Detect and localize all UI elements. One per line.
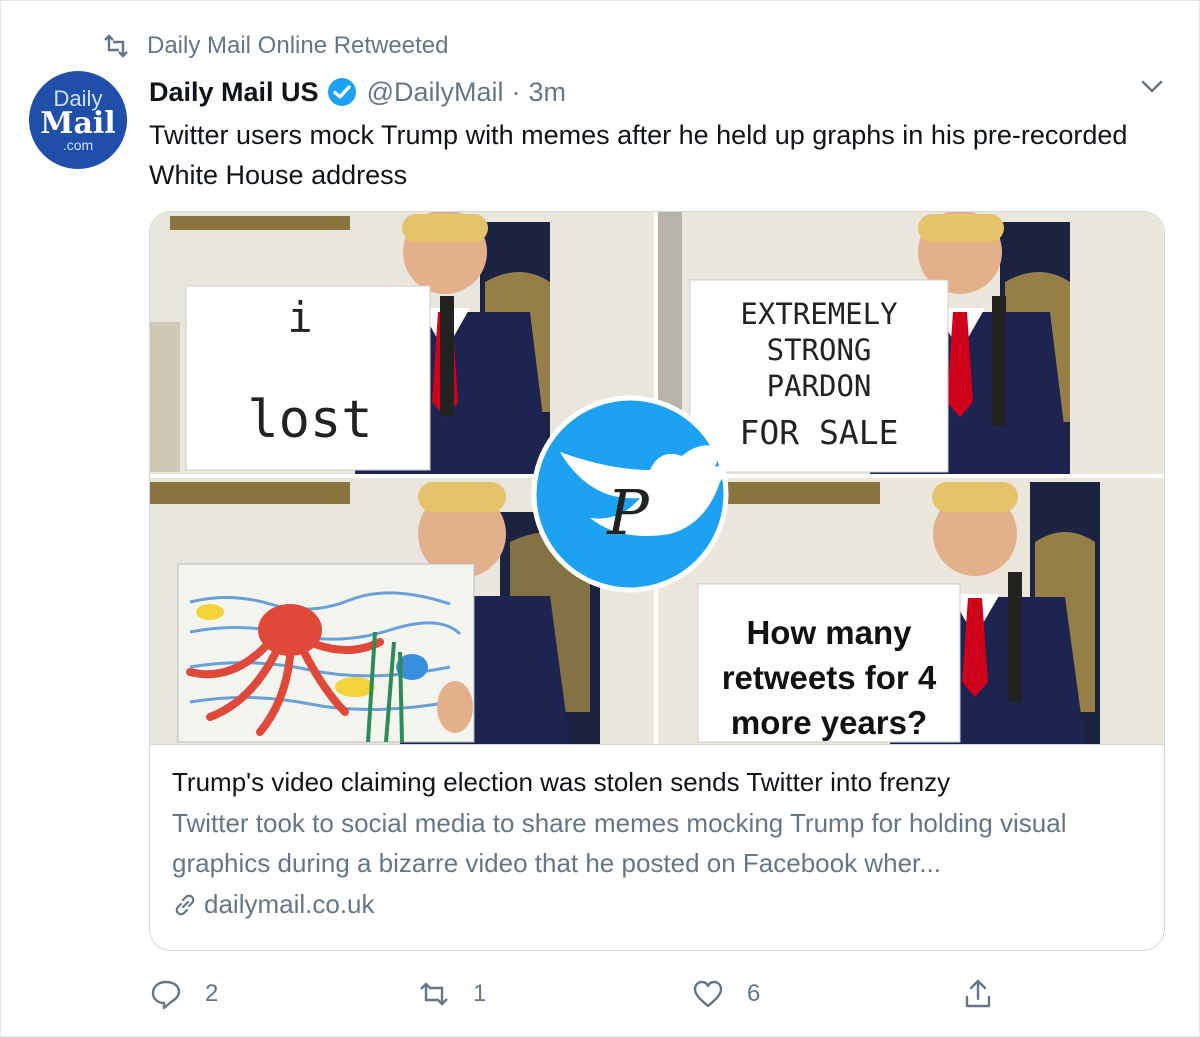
card-title[interactable]: Trump's video claiming election was stol… [172, 765, 1144, 799]
retweet-icon [420, 982, 448, 1006]
card-link[interactable]: dailymail.co.uk [172, 889, 1144, 920]
user-handle[interactable]: @DailyMail [367, 77, 504, 108]
tweet-actions: 2 1 6 [149, 969, 1049, 1019]
tweet-header: Daily Mail US @DailyMail · 3m [149, 73, 566, 111]
reply-count: 2 [205, 980, 219, 1007]
retweet-count: 1 [473, 980, 487, 1007]
avatar[interactable]: Daily Mail .com [29, 71, 127, 169]
meme-4-sign-line3: more years? [731, 704, 927, 741]
retweet-button[interactable]: 1 [417, 969, 486, 1019]
meme-2-sign-line4: FOR SALE [740, 413, 899, 452]
link-card[interactable]: i lost EXTREMELY STRONG PARDON FOR SALE [149, 211, 1165, 951]
overlay-logo-letter: P [606, 476, 650, 549]
heart-icon [693, 980, 723, 1008]
meme-2-sign-line2: STRONG [767, 333, 872, 367]
meme-4-sign-line2: retweets for 4 [722, 659, 937, 696]
reply-button[interactable]: 2 [149, 969, 218, 1019]
retweet-context[interactable]: Daily Mail Online Retweeted [101, 31, 448, 61]
like-count: 6 [747, 980, 761, 1007]
meme-panel-2: EXTREMELY STRONG PARDON FOR SALE [658, 212, 1164, 474]
link-icon [175, 894, 195, 915]
card-meta[interactable]: Trump's video claiming election was stol… [150, 744, 1164, 920]
meme-panel-4: How many retweets for 4 more years? [658, 478, 1164, 744]
retweet-context-icon [104, 34, 128, 58]
chevron-down-icon[interactable] [1139, 73, 1165, 99]
avatar-logo-line3: .com [62, 137, 94, 153]
meme-1-sign-line1: i [287, 293, 312, 342]
card-description: Twitter took to social media to share me… [172, 808, 1067, 878]
avatar-logo-line2: Mail [40, 106, 116, 141]
meme-2-sign-line1: EXTREMELY [740, 297, 897, 331]
separator-dot: · [511, 76, 521, 107]
like-button[interactable]: 6 [691, 969, 760, 1019]
card-domain: dailymail.co.uk [204, 889, 375, 919]
verified-badge-icon [327, 78, 356, 106]
card-image[interactable]: i lost EXTREMELY STRONG PARDON FOR SALE [150, 212, 1165, 744]
tweet-container[interactable]: Daily Mail Online Retweeted Daily Mail .… [0, 0, 1200, 1037]
timestamp[interactable]: 3m [529, 77, 567, 108]
meme-2-sign-line3: PARDON [767, 369, 872, 403]
retweet-context-label: Daily Mail Online Retweeted [147, 32, 449, 59]
meme-4-sign-line1: How many [746, 614, 912, 651]
display-name[interactable]: Daily Mail US [149, 77, 319, 108]
share-icon [965, 979, 991, 1008]
meme-1-sign-line2: lost [247, 390, 372, 450]
share-button[interactable] [961, 969, 1017, 1019]
tweet-text: Twitter users mock Trump with memes afte… [149, 120, 1128, 190]
reply-icon [151, 980, 181, 1010]
